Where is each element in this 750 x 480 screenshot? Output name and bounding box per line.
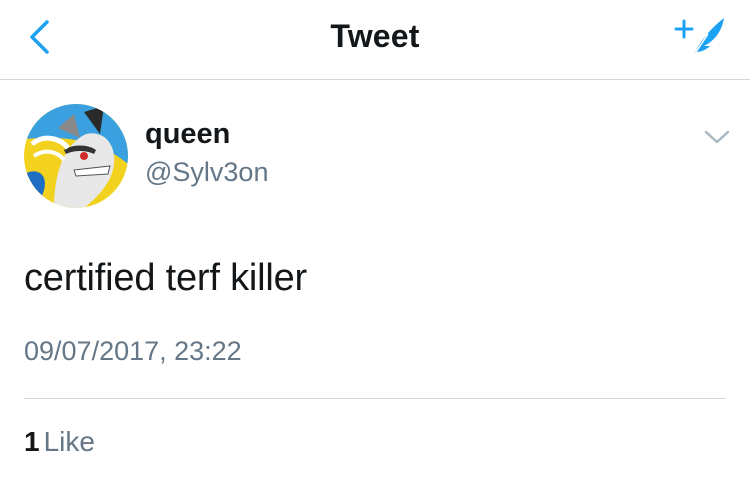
likes-count-button[interactable]: 1 Like bbox=[24, 426, 95, 458]
author-display-name[interactable]: queen bbox=[145, 118, 230, 151]
avatar-image bbox=[24, 104, 128, 208]
compose-feather-icon bbox=[674, 18, 724, 59]
likes-count: 1 bbox=[24, 426, 40, 457]
tweet-options-button[interactable] bbox=[702, 124, 732, 150]
author-handle[interactable]: @Sylv3on bbox=[145, 157, 268, 188]
chevron-down-icon bbox=[704, 130, 730, 144]
page-title: Tweet bbox=[330, 18, 420, 54]
divider bbox=[24, 398, 726, 399]
top-navigation-bar: Tweet bbox=[0, 0, 750, 80]
tweet-text: certified terf killer bbox=[24, 257, 307, 299]
avatar[interactable] bbox=[24, 104, 128, 208]
likes-label: Like bbox=[43, 426, 95, 457]
compose-tweet-button[interactable] bbox=[672, 12, 732, 64]
tweet-timestamp: 09/07/2017, 23:22 bbox=[24, 336, 242, 366]
